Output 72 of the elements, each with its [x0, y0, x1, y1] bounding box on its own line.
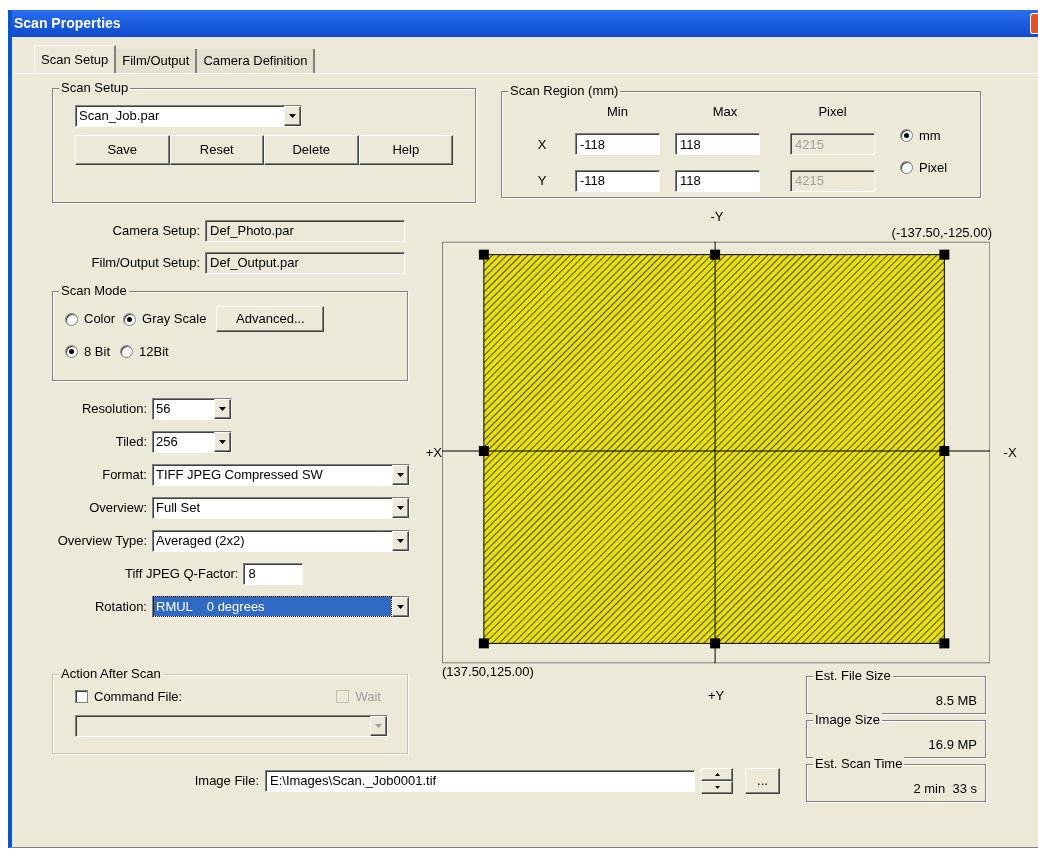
group-title: Image Size — [813, 712, 883, 728]
tab[interactable]: Camera Definition — [197, 49, 316, 73]
dropdown[interactable]: Scan_Job.par — [75, 105, 302, 127]
column-header: Min — [606, 105, 629, 120]
axis-label: -Y — [710, 209, 724, 225]
radio-option[interactable]: Gray Scale — [123, 309, 207, 329]
group-title: Scan Region (mm) — [508, 83, 621, 99]
field-label: Image File: — [194, 772, 259, 791]
column-header: Max — [711, 105, 739, 120]
button[interactable]: ... — [745, 768, 780, 794]
axis-label: X — [536, 135, 548, 154]
dropdown[interactable]: Full Set — [152, 496, 410, 519]
caret-icon — [289, 114, 296, 118]
caret-icon — [397, 604, 404, 609]
input-field[interactable]: -118 — [575, 169, 660, 192]
button[interactable]: Delete — [264, 135, 359, 165]
field-label: Format: — [101, 465, 147, 484]
dropdown[interactable]: 256 — [152, 430, 232, 453]
corner-coordinate: (137.50,125.00) — [442, 664, 535, 680]
radio-option[interactable]: mm — [900, 126, 948, 146]
radio-option[interactable]: 12Bit — [120, 342, 169, 362]
caret-icon — [397, 472, 404, 477]
field-label: Tiled: — [114, 432, 147, 451]
radio-option[interactable]: 8 Bit — [65, 342, 110, 362]
dropdown[interactable]: RMUL 0 degrees — [152, 595, 410, 618]
input-field[interactable]: 118 — [675, 133, 760, 156]
window-title: Scan Properties — [13, 14, 121, 33]
radio-option[interactable]: Pixel — [900, 157, 948, 177]
checkbox[interactable]: Command File: — [75, 687, 183, 707]
corner-coordinate: (-137.50,-125.00) — [891, 225, 992, 241]
tab[interactable]: Film/Output — [116, 49, 198, 73]
input-field[interactable]: Def_Photo.par — [205, 220, 405, 242]
group-title: Scan Setup — [59, 80, 131, 96]
dropdown[interactable] — [75, 714, 388, 737]
close-button[interactable] — [1030, 13, 1038, 34]
dropdown[interactable]: TIFF JPEG Compressed SW — [152, 463, 410, 486]
axis-label: +Y — [707, 688, 726, 704]
field-label: Tiff JPEG Q-Factor: — [125, 564, 239, 583]
input-field[interactable]: 8 — [243, 562, 304, 585]
spin-button[interactable] — [701, 768, 733, 794]
axis-label: -X — [1002, 443, 1018, 462]
field-label: Resolution: — [80, 399, 147, 418]
input-field[interactable]: E:\Images\Scan._Job0001.tif — [265, 770, 695, 792]
down-arrow-icon — [714, 786, 720, 789]
radio-option[interactable]: Color — [65, 309, 116, 329]
button[interactable]: Save — [75, 135, 170, 165]
axis-label: +X — [424, 443, 442, 462]
input-field[interactable]: Def_Output.par — [205, 252, 405, 274]
dropdown[interactable]: Averaged (2x2) — [152, 529, 410, 552]
field-label: Overview Type: — [56, 531, 147, 550]
column-header: Pixel — [817, 105, 848, 120]
field-label: Overview: — [88, 498, 147, 517]
dropdown[interactable]: 56 — [152, 397, 232, 420]
field-label: Film/Output Setup: — [90, 254, 200, 273]
button[interactable]: Reset — [169, 135, 264, 165]
caret-icon — [375, 723, 382, 728]
button[interactable]: Advanced... — [216, 306, 325, 332]
estimate-value: 8.5 MB — [935, 691, 977, 710]
estimate-value: 16.9 MP — [928, 735, 977, 754]
caret-icon — [219, 439, 226, 444]
tab[interactable]: Scan Setup — [34, 45, 117, 73]
input-field[interactable]: -118 — [575, 133, 660, 156]
field-label: Rotation: — [93, 597, 147, 616]
input-field[interactable]: 118 — [675, 169, 760, 192]
caret-icon — [397, 505, 404, 510]
caret-icon — [397, 538, 404, 543]
field-label: Camera Setup: — [111, 222, 200, 241]
up-arrow-icon — [714, 773, 720, 776]
button[interactable]: Help — [358, 135, 453, 165]
caret-icon — [219, 406, 226, 411]
axis-label: Y — [536, 172, 548, 191]
estimate-value: 2 min 33 s — [913, 779, 977, 798]
